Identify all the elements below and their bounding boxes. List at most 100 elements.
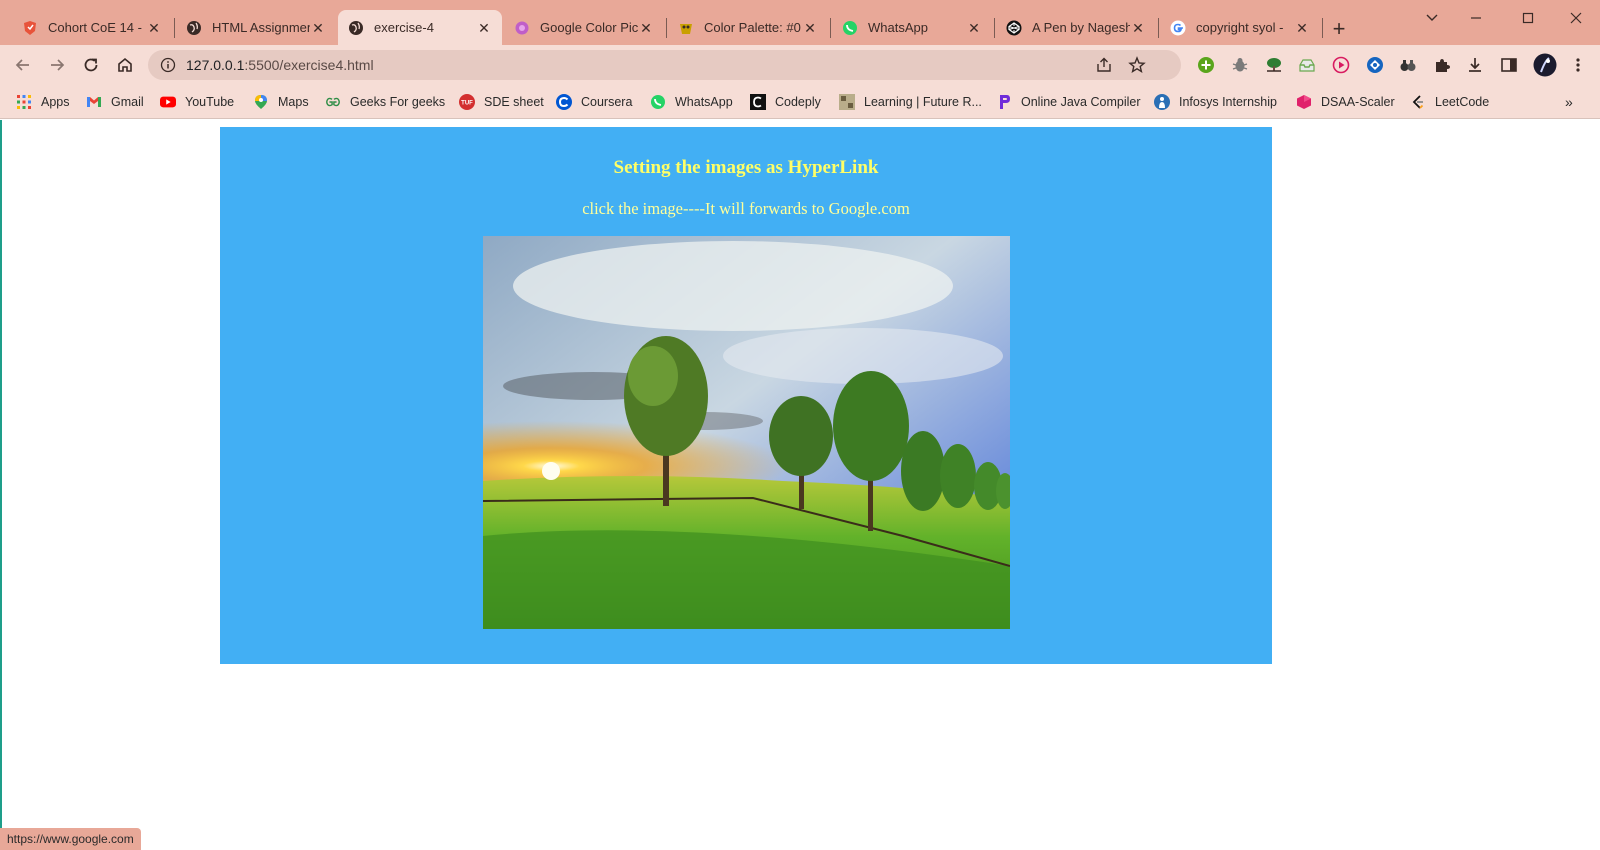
maximize-button[interactable]: [1508, 6, 1548, 30]
tab-separator: [1322, 18, 1323, 38]
bookmark-label: Apps: [41, 95, 70, 109]
bookmark-future-learn[interactable]: Learning | Future R...: [839, 93, 982, 111]
bookmark-infosys-internship[interactable]: Infosys Internship: [1154, 93, 1277, 111]
side-panel-icon[interactable]: [1499, 55, 1519, 75]
bookmark-leetcode[interactable]: LeetCode: [1410, 93, 1489, 111]
close-icon[interactable]: ✕: [476, 20, 492, 36]
play-icon[interactable]: [1331, 55, 1351, 75]
tree-extension-icon[interactable]: [1264, 55, 1284, 75]
bookmark-youtube[interactable]: YouTube: [160, 93, 234, 111]
close-icon[interactable]: ✕: [1294, 20, 1310, 36]
maps-pin-icon: [253, 94, 269, 110]
close-icon[interactable]: ✕: [966, 20, 982, 36]
info-icon[interactable]: [160, 57, 176, 73]
tab-whatsapp[interactable]: WhatsApp ✕: [832, 10, 992, 45]
tab-search-button[interactable]: [1412, 6, 1452, 30]
tab-title: copyright syol -: [1196, 20, 1284, 35]
page-viewport: Setting the images as HyperLink click th…: [0, 120, 1600, 850]
url-path: :5500/exercise4.html: [244, 57, 374, 73]
new-tab-button[interactable]: +: [1325, 16, 1353, 44]
arrow-right-icon: [51, 59, 65, 71]
close-icon[interactable]: ✕: [638, 20, 654, 36]
minimize-button[interactable]: [1456, 6, 1496, 30]
tab-html-assignment[interactable]: HTML Assignmen ✕: [176, 10, 336, 45]
close-window-button[interactable]: [1556, 6, 1596, 30]
address-bar[interactable]: 127.0.0.1:5500/exercise4.html: [148, 50, 1181, 80]
url-text: 127.0.0.1:5500/exercise4.html: [186, 57, 374, 73]
extensions-puzzle-icon[interactable]: [1432, 55, 1452, 75]
codeply-icon: [750, 94, 766, 110]
bookmark-label: YouTube: [185, 95, 235, 109]
tab-color-palette[interactable]: Color Palette: #0 ✕: [668, 10, 828, 45]
binoculars-icon[interactable]: [1398, 55, 1418, 75]
tab-separator: [174, 18, 175, 38]
kebab-menu-icon[interactable]: [1568, 55, 1588, 75]
bookmark-label: LeetCode: [1435, 95, 1490, 109]
close-icon[interactable]: ✕: [1130, 20, 1146, 36]
palette-icon: [678, 20, 694, 36]
bookmark-label: Coursera: [581, 95, 633, 109]
content-panel: Setting the images as HyperLink click th…: [220, 127, 1272, 664]
youtube-icon: [160, 94, 176, 110]
status-bar-url: https://www.google.com: [0, 828, 141, 850]
avatar[interactable]: [1533, 53, 1557, 77]
programiz-icon: [996, 94, 1012, 110]
tab-cohort[interactable]: Cohort CoE 14 - ✕: [12, 10, 172, 45]
gmail-icon: [86, 94, 102, 110]
bookmark-label: WhatsApp: [675, 95, 733, 109]
tab-google-search[interactable]: copyright syol - ✕: [1160, 10, 1320, 45]
download-icon[interactable]: [1465, 55, 1485, 75]
extension-add-icon[interactable]: [1196, 55, 1216, 75]
future-icon: [839, 94, 855, 110]
tab-exercise-4[interactable]: exercise-4 ✕: [338, 10, 502, 45]
share-icon[interactable]: [1092, 55, 1116, 75]
scaler-icon: [1296, 94, 1312, 110]
infosys-icon: [1154, 94, 1170, 110]
home-button[interactable]: [111, 51, 139, 79]
bookmark-label: SDE sheet: [484, 95, 544, 109]
back-button[interactable]: [9, 51, 37, 79]
landscape-image: [483, 236, 1010, 629]
color-dot-icon: [514, 20, 530, 36]
svg-text:TUF: TUF: [461, 101, 473, 107]
bookmark-label: Maps: [278, 95, 309, 109]
close-icon[interactable]: ✕: [310, 20, 326, 36]
minimize-icon: [1471, 17, 1481, 19]
bookmark-label: Infosys Internship: [1179, 95, 1277, 109]
bookmark-maps[interactable]: Maps: [253, 93, 309, 111]
bookmark-coursera[interactable]: Coursera: [556, 93, 632, 111]
forward-button[interactable]: [43, 51, 71, 79]
more-bookmarks-button[interactable]: »: [1565, 94, 1573, 110]
tab-codepen[interactable]: A Pen by Nagesh ✕: [996, 10, 1156, 45]
bookmark-label: Online Java Compiler: [1021, 95, 1141, 109]
image-hyperlink[interactable]: [483, 236, 1010, 629]
bookmark-sde-sheet[interactable]: TUF SDE sheet: [459, 93, 544, 111]
maximize-icon: [1522, 12, 1534, 24]
inbox-extension-icon[interactable]: [1297, 55, 1317, 75]
bookmarks-bar: Apps Gmail YouTube Maps Geeks For geeks …: [0, 85, 1600, 119]
star-icon[interactable]: [1125, 55, 1149, 75]
puzzle-game-icon[interactable]: [1365, 55, 1385, 75]
close-icon[interactable]: ✕: [802, 20, 818, 36]
bookmark-gmail[interactable]: Gmail: [86, 93, 144, 111]
close-icon: [1570, 12, 1582, 24]
bookmark-online-java-compiler[interactable]: Online Java Compiler: [996, 93, 1141, 111]
reload-icon: [84, 58, 98, 72]
tab-separator: [830, 18, 831, 38]
reload-button[interactable]: [77, 51, 105, 79]
bookmark-apps[interactable]: Apps: [16, 93, 70, 111]
close-icon[interactable]: ✕: [146, 20, 162, 36]
bookmark-dsaa-scaler[interactable]: DSAA-Scaler: [1296, 93, 1395, 111]
tab-title: Cohort CoE 14 -: [48, 20, 142, 35]
bookmark-label: Geeks For geeks: [350, 95, 446, 109]
tab-google-color-picker[interactable]: Google Color Pic ✕: [504, 10, 664, 45]
chevron-down-icon: [1426, 14, 1438, 21]
shield-icon: [22, 20, 38, 36]
google-icon: [1170, 20, 1186, 36]
bookmark-label: Gmail: [111, 95, 144, 109]
bookmark-geeks-for-geeks[interactable]: Geeks For geeks: [325, 93, 445, 111]
bookmark-whatsapp[interactable]: WhatsApp: [650, 93, 733, 111]
bookmark-label: DSAA-Scaler: [1321, 95, 1395, 109]
bug-icon[interactable]: [1230, 55, 1250, 75]
bookmark-codeply[interactable]: Codeply: [750, 93, 821, 111]
